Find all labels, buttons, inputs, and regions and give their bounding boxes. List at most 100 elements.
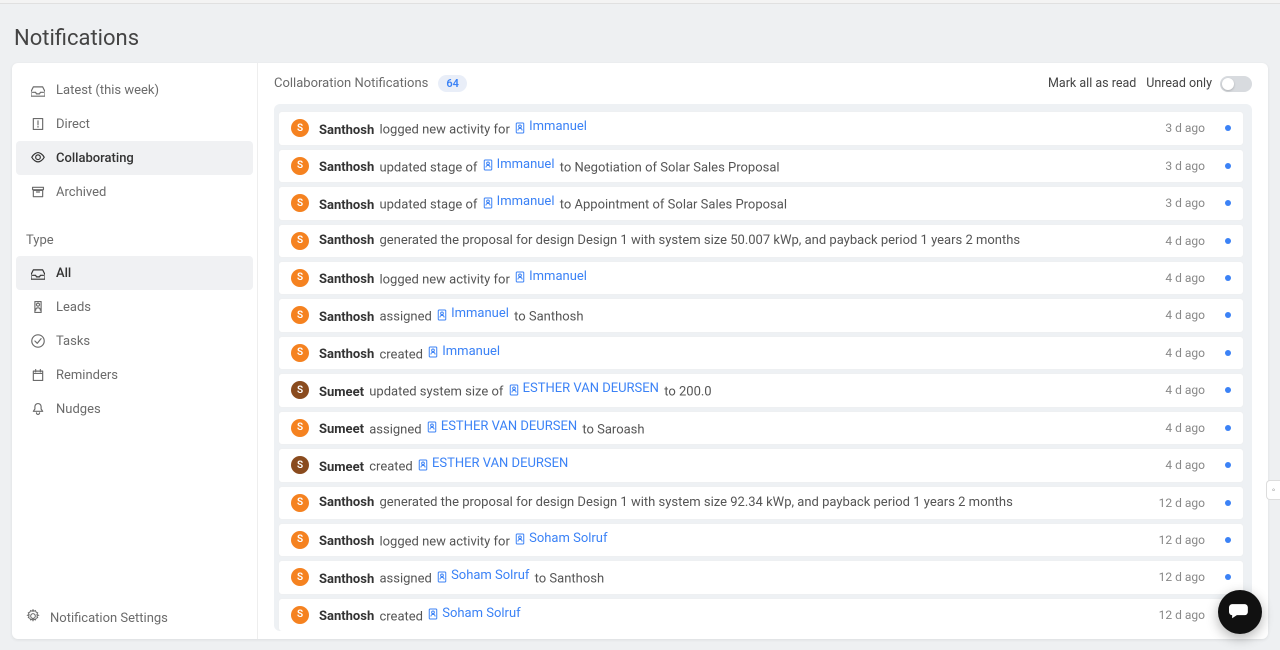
lead-icon bbox=[515, 271, 525, 281]
lead-link[interactable]: Immanuel bbox=[428, 344, 500, 359]
notification-count-badge: 64 bbox=[438, 75, 467, 92]
notifications-list[interactable]: S Santhosh logged new activity for Immanu… bbox=[274, 104, 1252, 631]
notification-time: 3 d ago bbox=[1165, 196, 1205, 210]
notification-row[interactable]: S Sumeet updated system size of ESTHER VA… bbox=[278, 373, 1244, 408]
avatar: S bbox=[291, 606, 309, 624]
lead-icon bbox=[483, 159, 493, 169]
unread-dot-icon bbox=[1225, 163, 1231, 169]
sidebar-type-nudges[interactable]: Nudges bbox=[16, 392, 253, 426]
actor-name: Santhosh bbox=[319, 495, 374, 510]
chat-icon bbox=[1229, 601, 1251, 623]
sidebar-type-reminders[interactable]: Reminders bbox=[16, 358, 253, 392]
notification-verb: updated system size of bbox=[369, 385, 503, 400]
notification-row[interactable]: SSanthosh logged new activity for Soham … bbox=[278, 523, 1244, 558]
lead-link[interactable]: ESTHER VAN DEURSEN bbox=[427, 419, 577, 434]
bang-icon bbox=[30, 116, 46, 132]
lead-link[interactable]: Immanuel bbox=[515, 269, 587, 284]
avatar: S bbox=[291, 381, 309, 399]
notification-row[interactable]: SSanthosh updated stage of Immanuel to N… bbox=[278, 149, 1244, 184]
notification-row[interactable]: SSumeet assigned ESTHER VAN DEURSEN to S… bbox=[278, 411, 1244, 446]
notifications-card: Latest (this week)DirectCollaborating Arc… bbox=[12, 63, 1268, 639]
sidebar-type-tasks[interactable]: Tasks bbox=[16, 324, 253, 358]
actor-name: Santhosh bbox=[319, 233, 374, 248]
chat-fab[interactable] bbox=[1218, 590, 1262, 634]
notification-row[interactable]: SSanthosh generated the proposal for des… bbox=[278, 486, 1244, 520]
unread-dot-icon bbox=[1225, 125, 1231, 131]
sidebar-type-label: Reminders bbox=[56, 368, 118, 383]
check-icon bbox=[30, 333, 46, 349]
avatar: S bbox=[291, 456, 309, 474]
sidebar-item-label: Archived bbox=[56, 185, 106, 200]
avatar: S bbox=[291, 494, 309, 512]
sidebar-type-label: All bbox=[56, 266, 71, 281]
lead-link[interactable]: ESTHER VAN DEURSEN bbox=[418, 456, 568, 471]
avatar: S bbox=[291, 232, 309, 250]
sidebar-item-archived[interactable]: Archived bbox=[16, 175, 253, 209]
unread-dot-icon bbox=[1225, 537, 1231, 543]
notification-time: 3 d ago bbox=[1165, 121, 1205, 135]
actor-name: Santhosh bbox=[319, 347, 374, 362]
notification-tail: to Appointment of Solar Sales Proposal bbox=[560, 198, 787, 213]
notification-time: 4 d ago bbox=[1165, 421, 1205, 435]
eye-icon bbox=[30, 150, 46, 166]
help-tab-icon[interactable]: ◦ bbox=[1266, 480, 1280, 500]
lead-link[interactable]: Immanuel bbox=[483, 157, 555, 172]
avatar: S bbox=[291, 306, 309, 324]
notification-time: 12 d ago bbox=[1159, 570, 1205, 584]
actor-name: Sumeet bbox=[319, 385, 364, 400]
notification-verb: updated stage of bbox=[379, 198, 477, 213]
notification-row[interactable]: SSanthosh assigned Immanuel to Santhosh4… bbox=[278, 298, 1244, 333]
sidebar-item-latest[interactable]: Latest (this week) bbox=[16, 73, 253, 107]
archive-icon bbox=[30, 184, 46, 200]
avatar: S bbox=[291, 419, 309, 437]
lead-icon bbox=[427, 421, 437, 431]
notification-tail: to Santhosh bbox=[535, 572, 604, 587]
mark-all-read-button[interactable]: Mark all as read bbox=[1048, 76, 1136, 91]
notification-row[interactable]: SSanthosh created Immanuel4 d ago bbox=[278, 336, 1244, 371]
lead-icon bbox=[483, 197, 493, 207]
notification-time: 4 d ago bbox=[1165, 234, 1205, 248]
notification-row[interactable]: SSanthosh updated stage of Immanuel to A… bbox=[278, 186, 1244, 221]
sidebar-item-direct[interactable]: Direct bbox=[16, 107, 253, 141]
lead-link[interactable]: Immanuel bbox=[483, 194, 555, 209]
lead-link[interactable]: ESTHER VAN DEURSEN bbox=[509, 381, 659, 396]
avatar: S bbox=[291, 119, 309, 137]
sidebar-type-label: Tasks bbox=[56, 334, 90, 349]
lead-link[interactable]: Soham Solruf bbox=[437, 568, 529, 583]
actor-name: Santhosh bbox=[319, 123, 374, 138]
settings-label: Notification Settings bbox=[50, 611, 168, 626]
sidebar-type-all[interactable]: All bbox=[16, 256, 253, 290]
notification-row[interactable]: SSanthosh logged new activity for Immanu… bbox=[278, 261, 1244, 296]
sidebar-type-leads[interactable]: Leads bbox=[16, 290, 253, 324]
notification-verb: assigned bbox=[379, 572, 431, 587]
notification-row[interactable]: SSumeet created ESTHER VAN DEURSEN4 d ag… bbox=[278, 448, 1244, 483]
notification-time: 12 d ago bbox=[1159, 608, 1205, 622]
avatar: S bbox=[291, 269, 309, 287]
lead-link[interactable]: Soham Solruf bbox=[515, 531, 607, 546]
notification-settings-link[interactable]: Notification Settings bbox=[12, 597, 257, 639]
inbox-icon bbox=[30, 82, 46, 98]
lead-icon bbox=[428, 346, 438, 356]
calendar-icon bbox=[30, 367, 46, 383]
unread-only-toggle[interactable] bbox=[1220, 76, 1252, 92]
notification-row[interactable]: SSanthosh logged new activity for Immanu… bbox=[278, 111, 1244, 146]
lead-link[interactable]: Immanuel bbox=[515, 119, 587, 134]
notification-row[interactable]: SSanthosh generated the proposal for des… bbox=[278, 224, 1244, 258]
sidebar-type-label: Nudges bbox=[56, 402, 101, 417]
gear-icon bbox=[26, 609, 40, 627]
notification-time: 4 d ago bbox=[1165, 271, 1205, 285]
notification-verb: logged new activity for bbox=[379, 534, 509, 549]
lead-link[interactable]: Soham Solruf bbox=[428, 606, 520, 621]
unread-only-label: Unread only bbox=[1146, 76, 1212, 91]
actor-name: Santhosh bbox=[319, 160, 374, 175]
sidebar-item-collaborating[interactable]: Collaborating bbox=[16, 141, 253, 175]
notification-verb: assigned bbox=[369, 422, 421, 437]
avatar: S bbox=[291, 568, 309, 586]
unread-dot-icon bbox=[1225, 275, 1231, 281]
notification-row[interactable]: SSanthosh created Soham Solruf12 d ago bbox=[278, 598, 1244, 632]
notification-row[interactable]: SSanthosh assigned Soham Solruf to Santh… bbox=[278, 560, 1244, 595]
actor-name: Santhosh bbox=[319, 272, 374, 287]
notification-verb: created bbox=[379, 347, 423, 362]
lead-link[interactable]: Immanuel bbox=[437, 306, 509, 321]
actor-name: Santhosh bbox=[319, 609, 374, 624]
